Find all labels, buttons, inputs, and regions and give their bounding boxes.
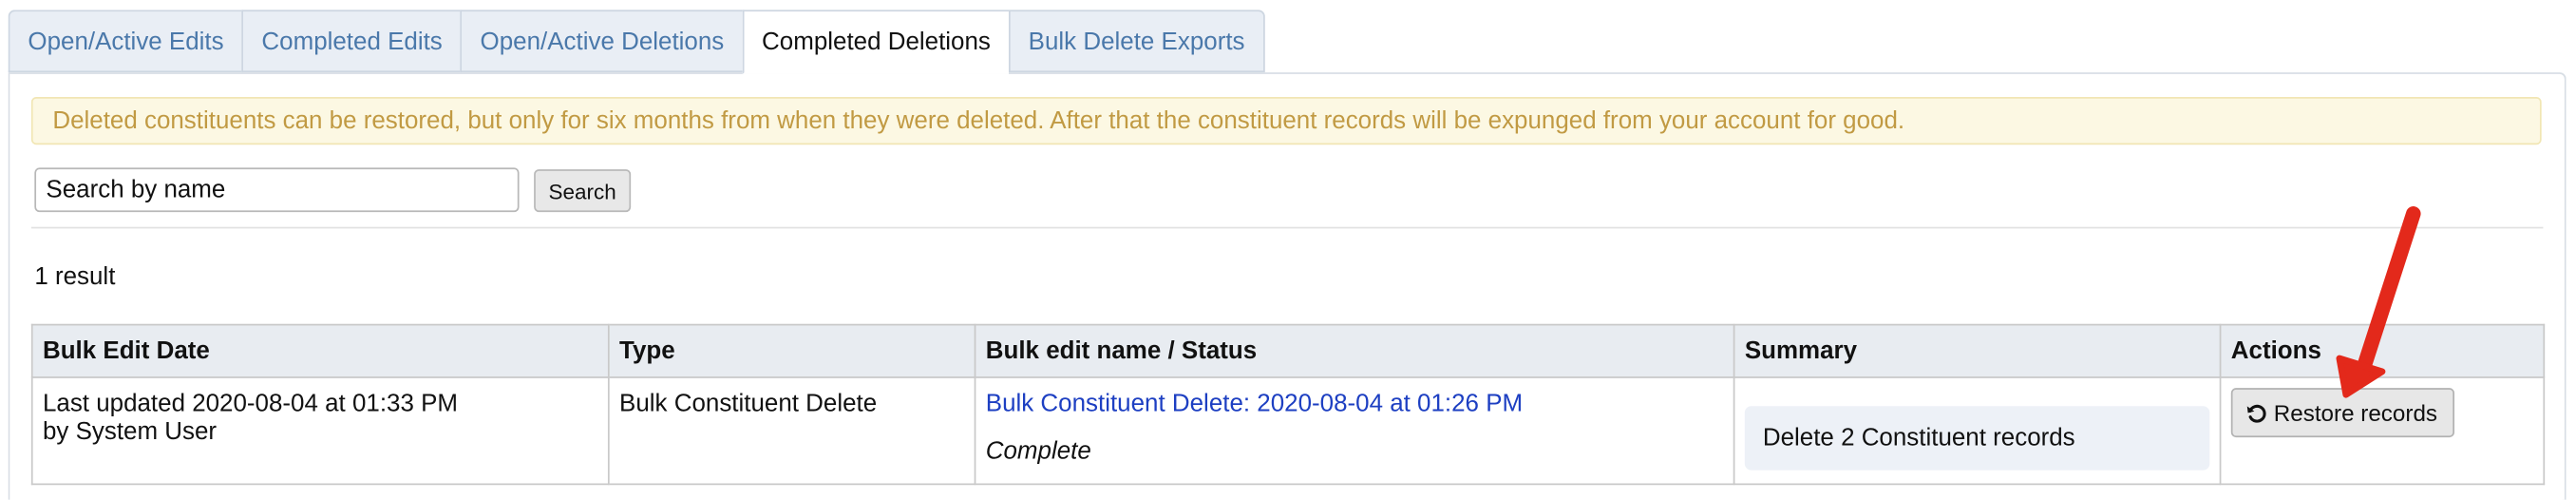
divider <box>30 226 2544 229</box>
restore-warning-alert: Deleted constituents can be restored, bu… <box>30 97 2542 145</box>
last-updated-text: Last updated 2020-08-04 at 01:33 PM <box>42 389 459 418</box>
column-header-actions: Actions <box>2219 323 2546 378</box>
column-header-summary: Summary <box>1733 323 2222 378</box>
search-input[interactable] <box>34 167 520 213</box>
bulk-edit-name-link[interactable]: Bulk Constituent Delete: 2020-08-04 at 0… <box>986 390 1523 417</box>
column-header-name-status: Bulk edit name / Status <box>974 323 1735 378</box>
alert-text: Deleted constituents can be restored, bu… <box>52 106 1905 135</box>
tab-bar: Open/Active Edits Completed Edits Open/A… <box>8 10 1265 74</box>
status-text: Complete <box>985 437 1091 466</box>
restore-records-button[interactable]: Restore records <box>2230 388 2454 438</box>
name-status-cell: Bulk Constituent Delete: 2020-08-04 at 0… <box>974 376 1735 486</box>
summary-cell: Delete 2 Constituent records <box>1733 376 2222 486</box>
tab-bulk-delete-exports[interactable]: Bulk Delete Exports <box>1008 10 1265 73</box>
restore-records-label: Restore records <box>2273 399 2438 426</box>
column-header-type: Type <box>607 323 976 378</box>
summary-box: Delete 2 Constituent records <box>1744 406 2210 471</box>
updated-by-text: by System User <box>42 417 218 446</box>
deletions-table: Bulk Edit Date Type Bulk edit name / Sta… <box>30 323 2546 486</box>
completed-deletions-page: Open/Active Edits Completed Edits Open/A… <box>0 0 2576 500</box>
date-cell: Last updated 2020-08-04 at 01:33 PM by S… <box>30 376 610 486</box>
tab-open-active-edits[interactable]: Open/Active Edits <box>8 10 242 73</box>
tab-completed-edits[interactable]: Completed Edits <box>241 10 461 73</box>
table-header-row: Bulk Edit Date Type Bulk edit name / Sta… <box>30 323 2546 378</box>
actions-cell: Restore records <box>2219 376 2546 486</box>
undo-icon <box>2245 402 2266 423</box>
table-row: Last updated 2020-08-04 at 01:33 PM by S… <box>30 376 2546 486</box>
result-count: 1 result <box>34 262 116 292</box>
summary-text: Delete 2 Constituent records <box>1762 424 2075 452</box>
column-header-bulk-edit-date: Bulk Edit Date <box>30 323 610 378</box>
tab-open-active-deletions[interactable]: Open/Active Deletions <box>460 10 743 73</box>
type-text: Bulk Constituent Delete <box>619 389 878 418</box>
type-cell: Bulk Constituent Delete <box>607 376 976 486</box>
search-button[interactable]: Search <box>534 169 632 213</box>
tab-completed-deletions[interactable]: Completed Deletions <box>742 10 1009 74</box>
